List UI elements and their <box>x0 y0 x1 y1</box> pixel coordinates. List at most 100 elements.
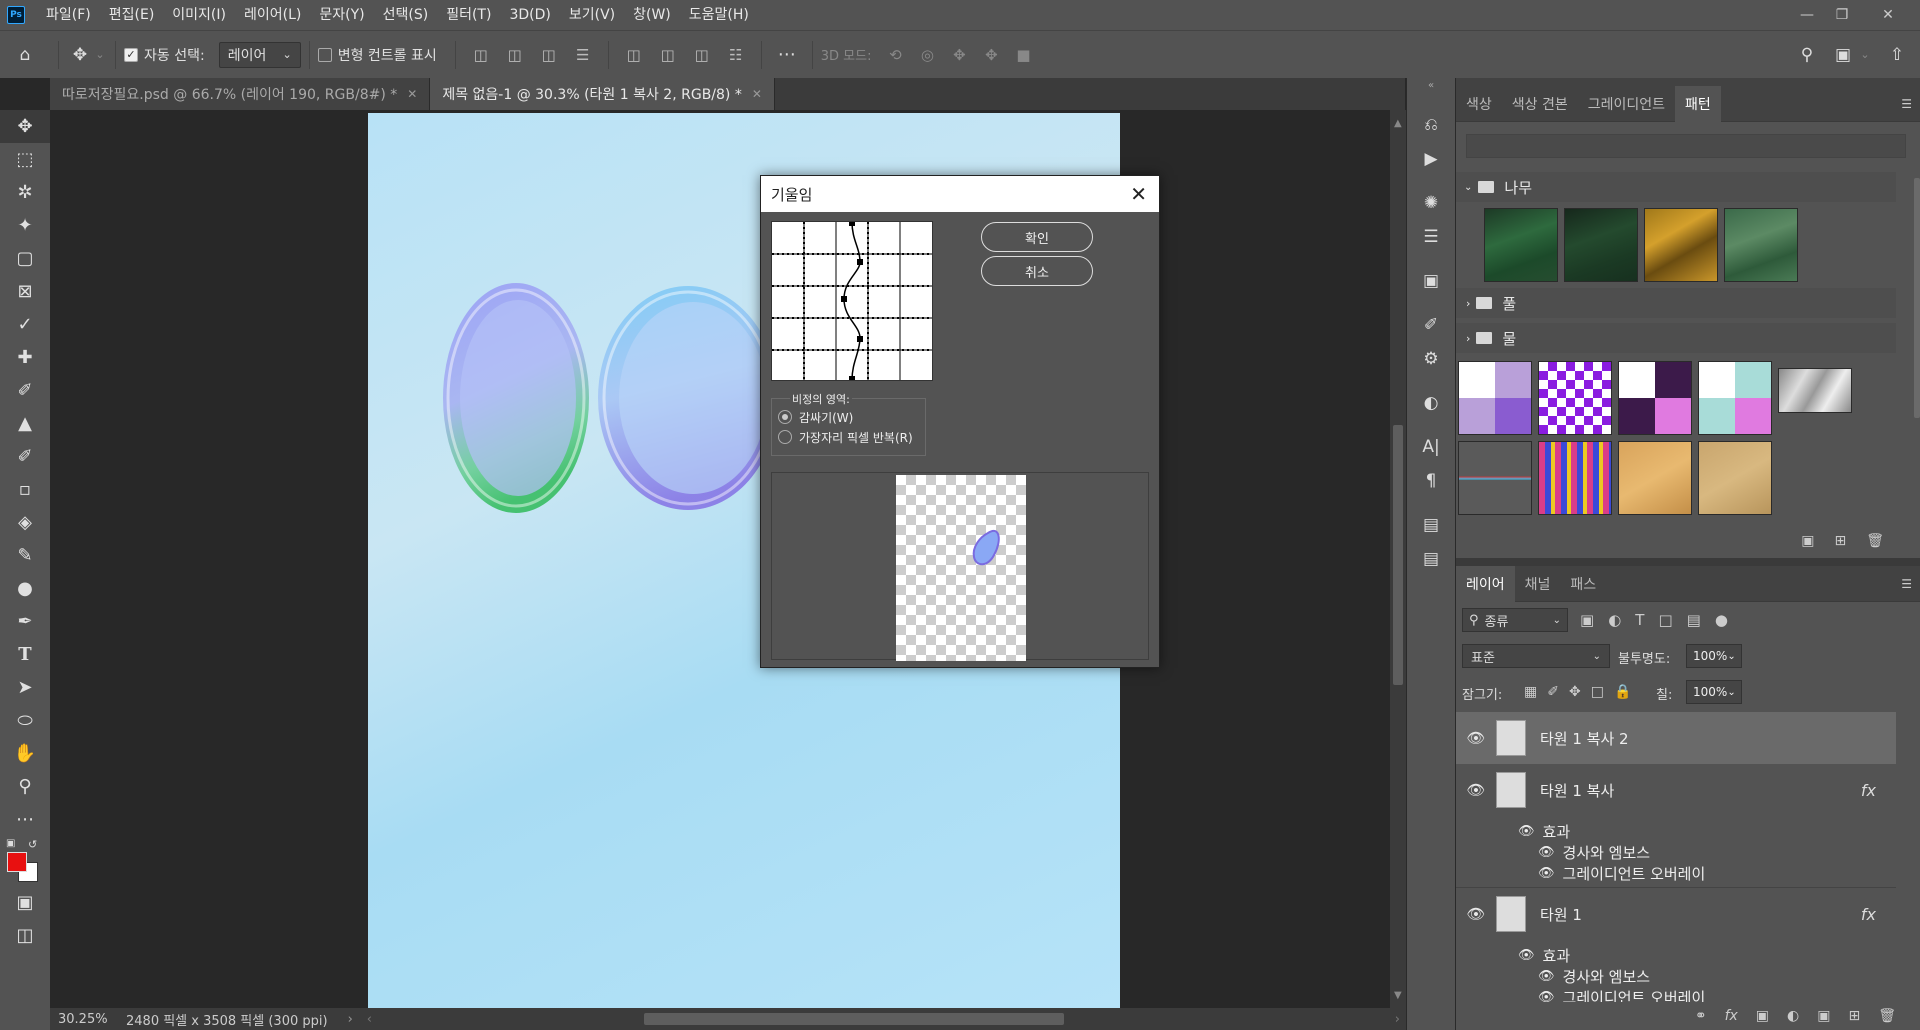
horizontal-scroll-thumb[interactable] <box>644 1013 1064 1025</box>
magic-wand-icon[interactable]: ✦ <box>0 209 50 242</box>
menu-layer[interactable]: 레이어(L) <box>235 0 310 30</box>
pattern-swatch[interactable] <box>1538 361 1612 435</box>
layer-fx-badge[interactable]: fx <box>1861 905 1876 924</box>
drag-3d-icon[interactable]: ✥ <box>943 31 975 79</box>
chevron-down-icon[interactable]: ⌄ <box>1727 687 1735 698</box>
close-icon[interactable]: ✕ <box>407 87 417 101</box>
lock-pixels-icon[interactable]: ✐ <box>1547 684 1559 700</box>
canvas-area[interactable] <box>50 110 1390 1008</box>
path-select-icon[interactable]: ➤ <box>0 671 50 704</box>
brushes-panel-icon[interactable]: ☰ <box>1407 220 1455 254</box>
visibility-eye-icon[interactable]: 👁 <box>1518 948 1535 963</box>
paint-bucket-icon[interactable]: ◈ <box>0 506 50 539</box>
auto-select-dropdown[interactable]: 레이어 ⌄ <box>218 41 301 68</box>
pattern-swatch[interactable] <box>1698 441 1772 515</box>
new-layer-icon[interactable]: ⊞ <box>1848 1008 1860 1024</box>
actions-panel-icon[interactable]: ▶ <box>1407 142 1455 176</box>
layer-row[interactable]: 👁 타원 1 fx <box>1456 888 1896 940</box>
layer-filter-dropdown[interactable]: ⚲ 종류 ⌄ <box>1462 608 1568 632</box>
pattern-group-grass[interactable]: › 풀 <box>1456 288 1896 318</box>
align-middle-icon[interactable]: ◫ <box>651 31 685 79</box>
pattern-group-tree[interactable]: ⌄ 나무 <box>1456 172 1896 202</box>
ellipse-tool-icon[interactable]: ⬭ <box>0 704 50 737</box>
pattern-swatch[interactable] <box>1618 361 1692 435</box>
delete-icon[interactable]: 🗑 <box>1878 1008 1896 1024</box>
delete-icon[interactable]: 🗑 <box>1866 533 1884 549</box>
libraries-icon[interactable]: ▤ <box>1407 508 1455 542</box>
pen-tool-icon[interactable]: ✒ <box>0 605 50 638</box>
image-filter-icon[interactable]: ▣ <box>1580 611 1594 629</box>
visibility-eye-icon[interactable]: 👁 <box>1538 969 1555 984</box>
close-icon[interactable]: ✕ <box>752 87 762 101</box>
chevron-right-icon[interactable]: › <box>1466 332 1470 345</box>
tab-color[interactable]: 색상 <box>1456 86 1502 122</box>
document-info[interactable]: 2480 픽셀 x 3508 픽셀 (300 ppi) <box>126 1010 328 1029</box>
menu-edit[interactable]: 편집(E) <box>100 0 164 30</box>
pattern-swatch[interactable] <box>1698 361 1772 435</box>
panel-menu-icon[interactable]: ☰ <box>1901 97 1912 111</box>
chevron-up-icon[interactable]: ▲ <box>1394 118 1402 129</box>
shape-filter-icon[interactable]: □ <box>1658 611 1672 629</box>
fill-input[interactable]: 100% ⌄ <box>1686 680 1742 704</box>
layer-row[interactable]: 👁 타원 1 복사 fx <box>1456 764 1896 816</box>
default-colors-icon[interactable]: ▣ <box>6 838 15 849</box>
lock-position-icon[interactable]: ✥ <box>1569 684 1581 700</box>
lasso-tool-icon[interactable]: ✲ <box>0 176 50 209</box>
brush-settings-icon[interactable]: ✺ <box>1407 186 1455 220</box>
visibility-eye-icon[interactable]: 👁 <box>1538 990 1555 1002</box>
blend-mode-dropdown[interactable]: 표준 ⌄ <box>1462 644 1610 668</box>
3d-panel-icon[interactable]: ▣ <box>1407 264 1455 298</box>
align-right-icon[interactable]: ◫ <box>532 31 566 79</box>
ok-button[interactable]: 확인 <box>981 222 1093 252</box>
chevron-right-icon[interactable]: › <box>1395 1012 1400 1027</box>
collapse-icon[interactable]: « <box>1407 78 1455 108</box>
visibility-eye-icon[interactable]: 👁 <box>1456 905 1496 923</box>
pattern-swatch[interactable] <box>1484 208 1558 282</box>
scroll-thumb[interactable] <box>1393 425 1403 685</box>
add-style-icon[interactable]: fx <box>1725 1008 1738 1024</box>
crop-tool-icon[interactable]: ▢ <box>0 242 50 275</box>
more-tools-icon[interactable]: ⋯ <box>0 803 50 836</box>
effects-group[interactable]: 👁 효과 <box>1518 821 1570 842</box>
opacity-input[interactable]: 100% ⌄ <box>1686 644 1742 668</box>
effect-row[interactable]: 👁 그레이디언트 오버레이 <box>1538 863 1705 884</box>
pattern-swatch[interactable] <box>1618 441 1692 515</box>
repeat-edge-radio[interactable]: 가장자리 픽셀 반복(R) <box>778 427 913 447</box>
dodge-tool-icon[interactable]: ● <box>0 572 50 605</box>
align-top-icon[interactable]: ◫ <box>617 31 651 79</box>
tab-document-2[interactable]: 제목 없음-1 @ 30.3% (타원 1 복사 2, RGB/8) * ✕ <box>430 78 775 110</box>
scale-3d-icon[interactable]: ■ <box>1007 31 1039 79</box>
adjustments-icon[interactable]: ◐ <box>1407 386 1455 420</box>
vertical-scrollbar[interactable]: ▲ ▼ <box>1390 110 1406 1008</box>
menu-image[interactable]: 이미지(I) <box>163 0 235 30</box>
brush-presets-icon[interactable]: ✐ <box>1407 308 1455 342</box>
pattern-swatch[interactable] <box>1458 441 1532 515</box>
slide-3d-icon[interactable]: ✥ <box>975 31 1007 79</box>
close-icon[interactable]: ✕ <box>1130 182 1147 206</box>
history-panel-icon[interactable]: ⎌ <box>1407 108 1455 142</box>
link-layers-icon[interactable]: ⚭ <box>1695 1008 1707 1024</box>
pattern-scroll-thumb[interactable] <box>1914 178 1920 418</box>
visibility-eye-icon[interactable]: 👁 <box>1518 824 1535 839</box>
zoom-level[interactable]: 30.25% <box>50 1012 108 1027</box>
new-group-icon[interactable]: ▣ <box>1817 1008 1830 1024</box>
chevron-down-icon[interactable]: ⌄ <box>1858 31 1872 79</box>
visibility-eye-icon[interactable]: 👁 <box>1538 845 1555 860</box>
smudge-tool-icon[interactable]: ✎ <box>0 539 50 572</box>
tab-channels[interactable]: 채널 <box>1515 566 1561 602</box>
close-window-icon[interactable]: ✕ <box>1868 0 1908 30</box>
history-brush-icon[interactable]: ✐ <box>0 440 50 473</box>
tab-document-1[interactable]: 따로저장필요.psd @ 66.7% (레이어 190, RGB/8#) * ✕ <box>50 78 431 110</box>
wrap-around-radio[interactable]: 감싸기(W) <box>778 407 853 427</box>
marquee-tool-icon[interactable]: ⬚ <box>0 143 50 176</box>
visibility-eye-icon[interactable]: 👁 <box>1456 781 1496 799</box>
lock-artboard-icon[interactable]: □ <box>1591 684 1604 700</box>
chevron-right-icon[interactable]: › <box>1466 297 1470 310</box>
menu-filter[interactable]: 필터(T) <box>437 0 500 30</box>
foreground-color[interactable] <box>7 852 27 872</box>
move-tool-preset-icon[interactable]: ✥ <box>67 31 93 79</box>
align-bottom-icon[interactable]: ◫ <box>685 31 719 79</box>
minimize-icon[interactable]: — <box>1787 0 1827 30</box>
shear-curve-grid[interactable] <box>771 220 933 382</box>
pattern-group-water[interactable]: › 물 <box>1456 323 1896 353</box>
